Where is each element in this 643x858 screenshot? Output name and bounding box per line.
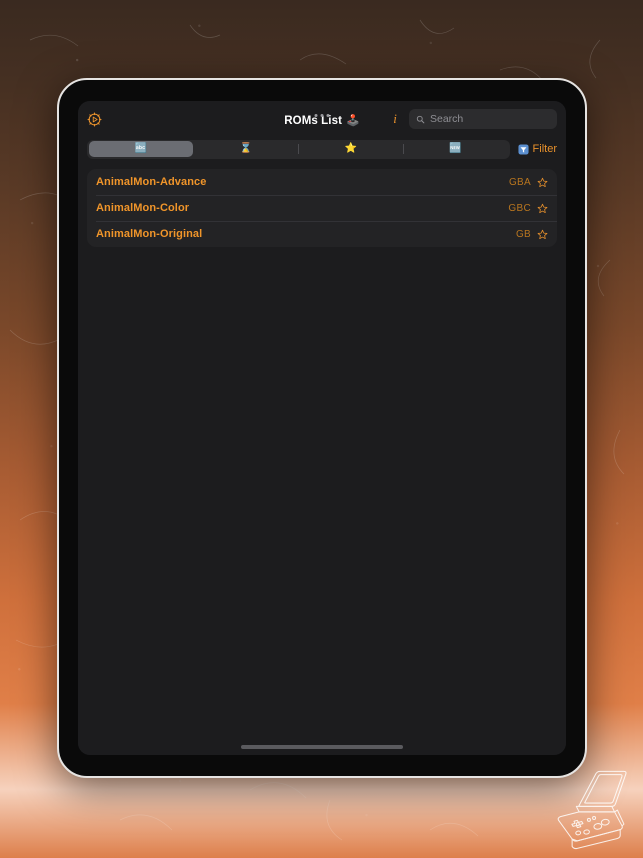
star-outline-icon[interactable] — [537, 229, 548, 240]
info-icon[interactable]: i — [390, 111, 400, 127]
segment-recent[interactable]: ⌛ — [193, 141, 298, 157]
star-outline-icon[interactable] — [537, 177, 548, 188]
search-icon — [416, 115, 425, 123]
filter-label: Filter — [532, 143, 557, 155]
gameboy-advance-sp-line-art-icon — [557, 770, 627, 850]
star-outline-icon[interactable] — [537, 203, 548, 214]
tablet-device-frame: ROMs List 🕹️ i Search 🔤 ⌛ ⭐ 🆕 Filter Ani… — [57, 78, 587, 778]
abc-input-icon: 🔤 — [134, 143, 148, 154]
table-row[interactable]: AnimalMon-Color GBC — [87, 195, 557, 221]
star-icon: ⭐ — [344, 143, 357, 154]
rom-platform-badge: GB — [515, 228, 531, 240]
joystick-icon: 🕹️ — [346, 115, 360, 127]
rom-name: AnimalMon-Color — [96, 202, 190, 214]
multitasking-handle-icon[interactable] — [314, 114, 330, 117]
navigation-bar: ROMs List 🕹️ i Search — [78, 101, 566, 137]
rom-name: AnimalMon-Original — [96, 228, 203, 240]
table-row[interactable]: AnimalMon-Advance GBA — [87, 169, 557, 195]
segment-favorites[interactable]: ⭐ — [298, 141, 403, 157]
table-row[interactable]: AnimalMon-Original GB — [87, 221, 557, 247]
search-placeholder: Search — [430, 113, 464, 125]
gear-play-icon[interactable] — [87, 111, 102, 127]
home-indicator-area — [78, 739, 566, 755]
funnel-icon — [518, 143, 529, 155]
roms-list: AnimalMon-Advance GBA AnimalMon-Color GB… — [87, 169, 557, 247]
hourglass-icon: ⌛ — [239, 143, 253, 154]
sort-filter-toolbar: 🔤 ⌛ ⭐ 🆕 Filter — [78, 137, 566, 161]
home-indicator[interactable] — [241, 745, 403, 749]
row-trailing-group: GB — [516, 229, 548, 240]
segment-new[interactable]: 🆕 — [403, 141, 508, 157]
search-field[interactable]: Search — [409, 109, 557, 129]
navbar-left-group — [87, 111, 113, 127]
rom-name: AnimalMon-Advance — [96, 176, 207, 188]
row-trailing-group: GBC — [508, 203, 548, 214]
filter-button[interactable]: Filter — [518, 143, 557, 155]
segment-alphabetical[interactable]: 🔤 — [88, 141, 194, 157]
navbar-right-group: i Search — [390, 109, 557, 129]
rom-platform-badge: GBA — [508, 176, 531, 188]
row-trailing-group: GBA — [509, 177, 548, 188]
content-area: AnimalMon-Advance GBA AnimalMon-Color GB… — [78, 161, 566, 739]
sort-segmented-control[interactable]: 🔤 ⌛ ⭐ 🆕 — [87, 139, 510, 159]
new-badge-icon: 🆕 — [449, 143, 462, 154]
page-title: ROMs List — [284, 114, 343, 127]
tablet-screen: ROMs List 🕹️ i Search 🔤 ⌛ ⭐ 🆕 Filter Ani… — [78, 101, 566, 755]
rom-platform-badge: GBC — [508, 202, 531, 214]
